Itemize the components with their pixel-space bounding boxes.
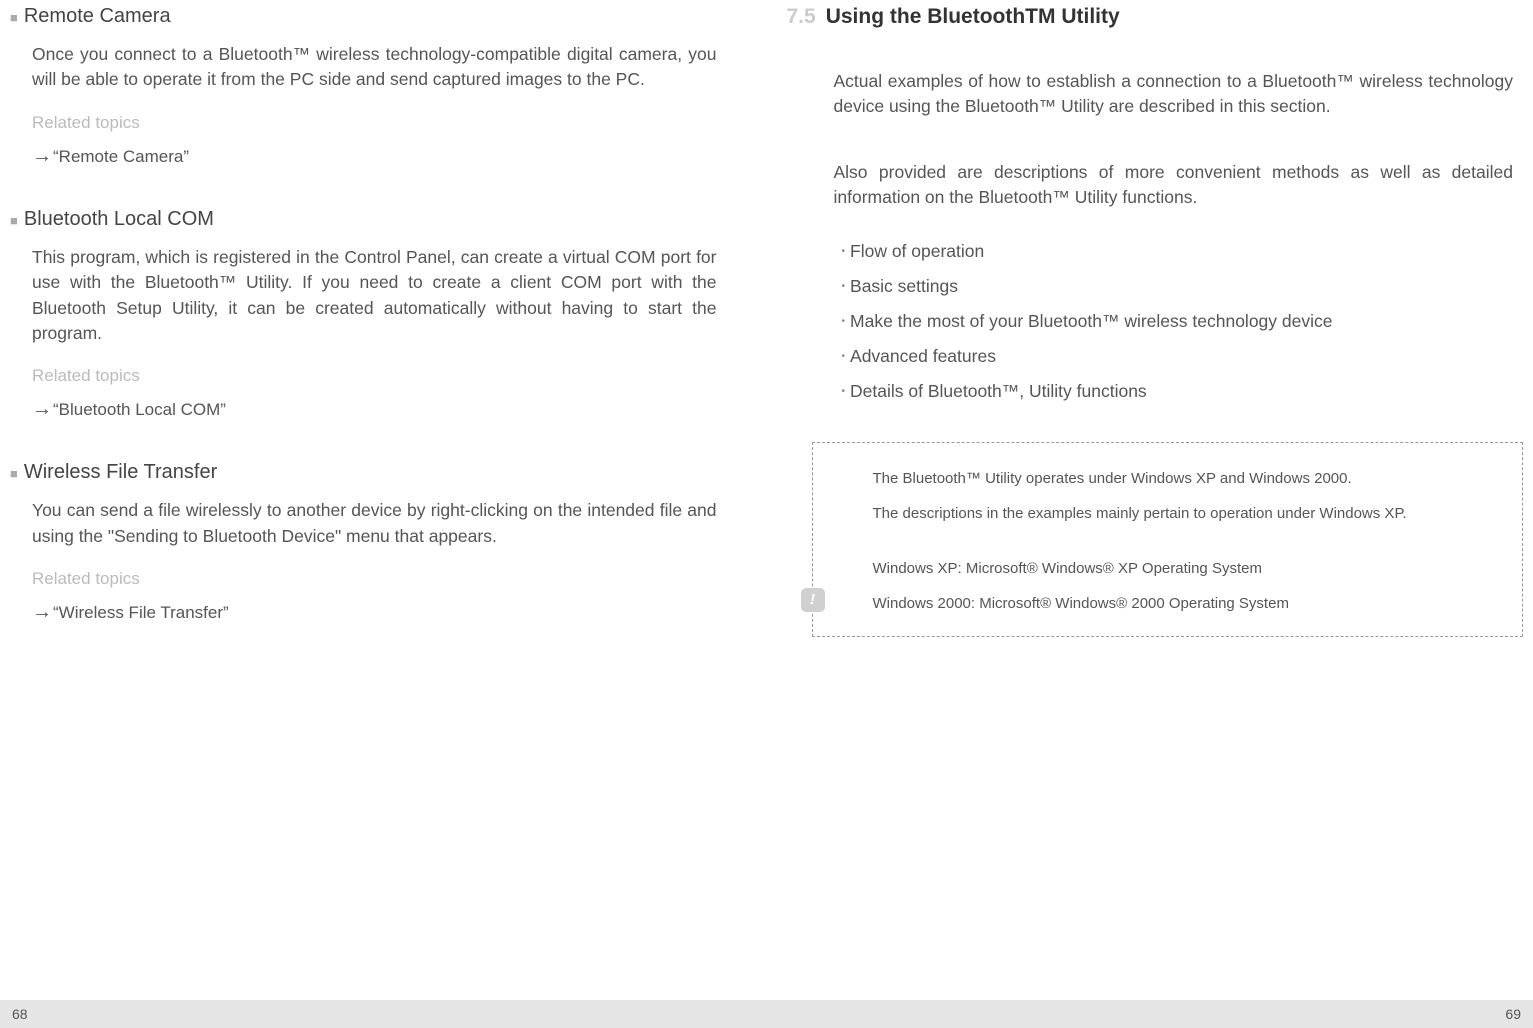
section-body: You can send a file wirelessly to anothe… (32, 498, 717, 549)
infobox-line-4: Windows 2000: Microsoft® Windows® 2000 O… (873, 592, 1503, 615)
section-body: Once you connect to a Bluetooth™ wireles… (32, 42, 717, 93)
intro-paragraph-2: Also provided are descriptions of more c… (834, 160, 1514, 211)
arrow-icon: → (32, 601, 52, 623)
bullet-text: Details of Bluetooth™, Utility functions (850, 381, 1147, 401)
section-wireless-file-transfer: ■Wireless File Transfer You can send a f… (20, 461, 717, 624)
list-item: • Basic settings (842, 276, 1514, 297)
footer: 68 69 (0, 1000, 1533, 1028)
section-bluetooth-local-com: ■Bluetooth Local COM This program, which… (20, 208, 717, 422)
list-item: • Flow of operation (842, 241, 1514, 262)
right-page: 7.5 Using the BluetoothTM Utility Actual … (767, 0, 1533, 1000)
related-link: →“Bluetooth Local COM” (32, 398, 717, 421)
bullet-list: • Flow of operation • Basic settings • Make… (842, 241, 1514, 402)
bullet-icon: • (842, 316, 846, 327)
square-bullet-icon: ■ (10, 10, 18, 25)
bullet-text: Make the most of your Bluetooth™ wireles… (850, 311, 1332, 331)
info-icon: ! (801, 588, 825, 612)
square-bullet-icon: ■ (10, 466, 18, 481)
list-item: • Details of Bluetooth™, Utility function… (842, 381, 1514, 402)
bullet-icon: • (842, 351, 846, 362)
bullet-icon: • (842, 386, 846, 397)
related-link-text: “Bluetooth Local COM” (53, 400, 226, 419)
info-box: ! The Bluetooth™ Utility operates under … (812, 442, 1524, 637)
arrow-icon: → (32, 145, 52, 167)
section-body: This program, which is registered in the… (32, 245, 717, 347)
chapter-number: 7.5 (787, 5, 816, 28)
related-link: →“Remote Camera” (32, 145, 717, 168)
bullet-text: Basic settings (850, 276, 958, 296)
related-link: →“Wireless File Transfer” (32, 601, 717, 624)
heading-text: Wireless File Transfer (24, 461, 217, 483)
section-remote-camera: ■Remote Camera Once you connect to a Blu… (20, 5, 717, 168)
bullet-icon: • (842, 281, 846, 292)
infobox-line-1: The Bluetooth™ Utility operates under Wi… (873, 467, 1503, 490)
arrow-icon: → (32, 398, 52, 420)
section-heading: ■ Wireless File Transfer (10, 461, 717, 484)
intro-paragraph-1: Actual examples of how to establish a co… (834, 69, 1514, 120)
infobox-line-3: Windows XP: Microsoft® Windows® XP Opera… (873, 557, 1503, 580)
related-link-text: “Remote Camera” (53, 147, 189, 166)
chapter-title: Using the BluetoothTM Utility (826, 5, 1120, 28)
related-link-text: “Wireless File Transfer” (53, 603, 229, 622)
list-item: • Make the most of your Bluetooth™ wirele… (842, 311, 1514, 332)
infobox-line-2: The descriptions in the examples mainly … (873, 502, 1503, 525)
related-topics-label: Related topics (32, 366, 717, 386)
square-bullet-icon: ■ (10, 213, 18, 228)
bullet-text: Advanced features (850, 346, 996, 366)
related-topics-label: Related topics (32, 113, 717, 133)
page-number-right: 69 (1505, 1006, 1521, 1022)
list-item: • Advanced features (842, 346, 1514, 367)
chapter-heading: 7.5 Using the BluetoothTM Utility (787, 5, 1514, 29)
section-heading: ■ Bluetooth Local COM (10, 208, 717, 231)
spacer (873, 537, 1503, 557)
section-heading: ■ Remote Camera (10, 5, 717, 28)
pages-container: ■ Remote Camera Once you connect to a Blu… (0, 0, 1533, 1000)
bullet-text: Flow of operation (850, 241, 984, 261)
related-topics-label: Related topics (32, 569, 717, 589)
page-number-left: 68 (12, 1006, 28, 1022)
heading-text: Remote Camera (24, 5, 171, 27)
left-page: ■ Remote Camera Once you connect to a Blu… (0, 0, 767, 1000)
bullet-icon: • (842, 246, 846, 257)
heading-text: Bluetooth Local COM (24, 208, 214, 230)
